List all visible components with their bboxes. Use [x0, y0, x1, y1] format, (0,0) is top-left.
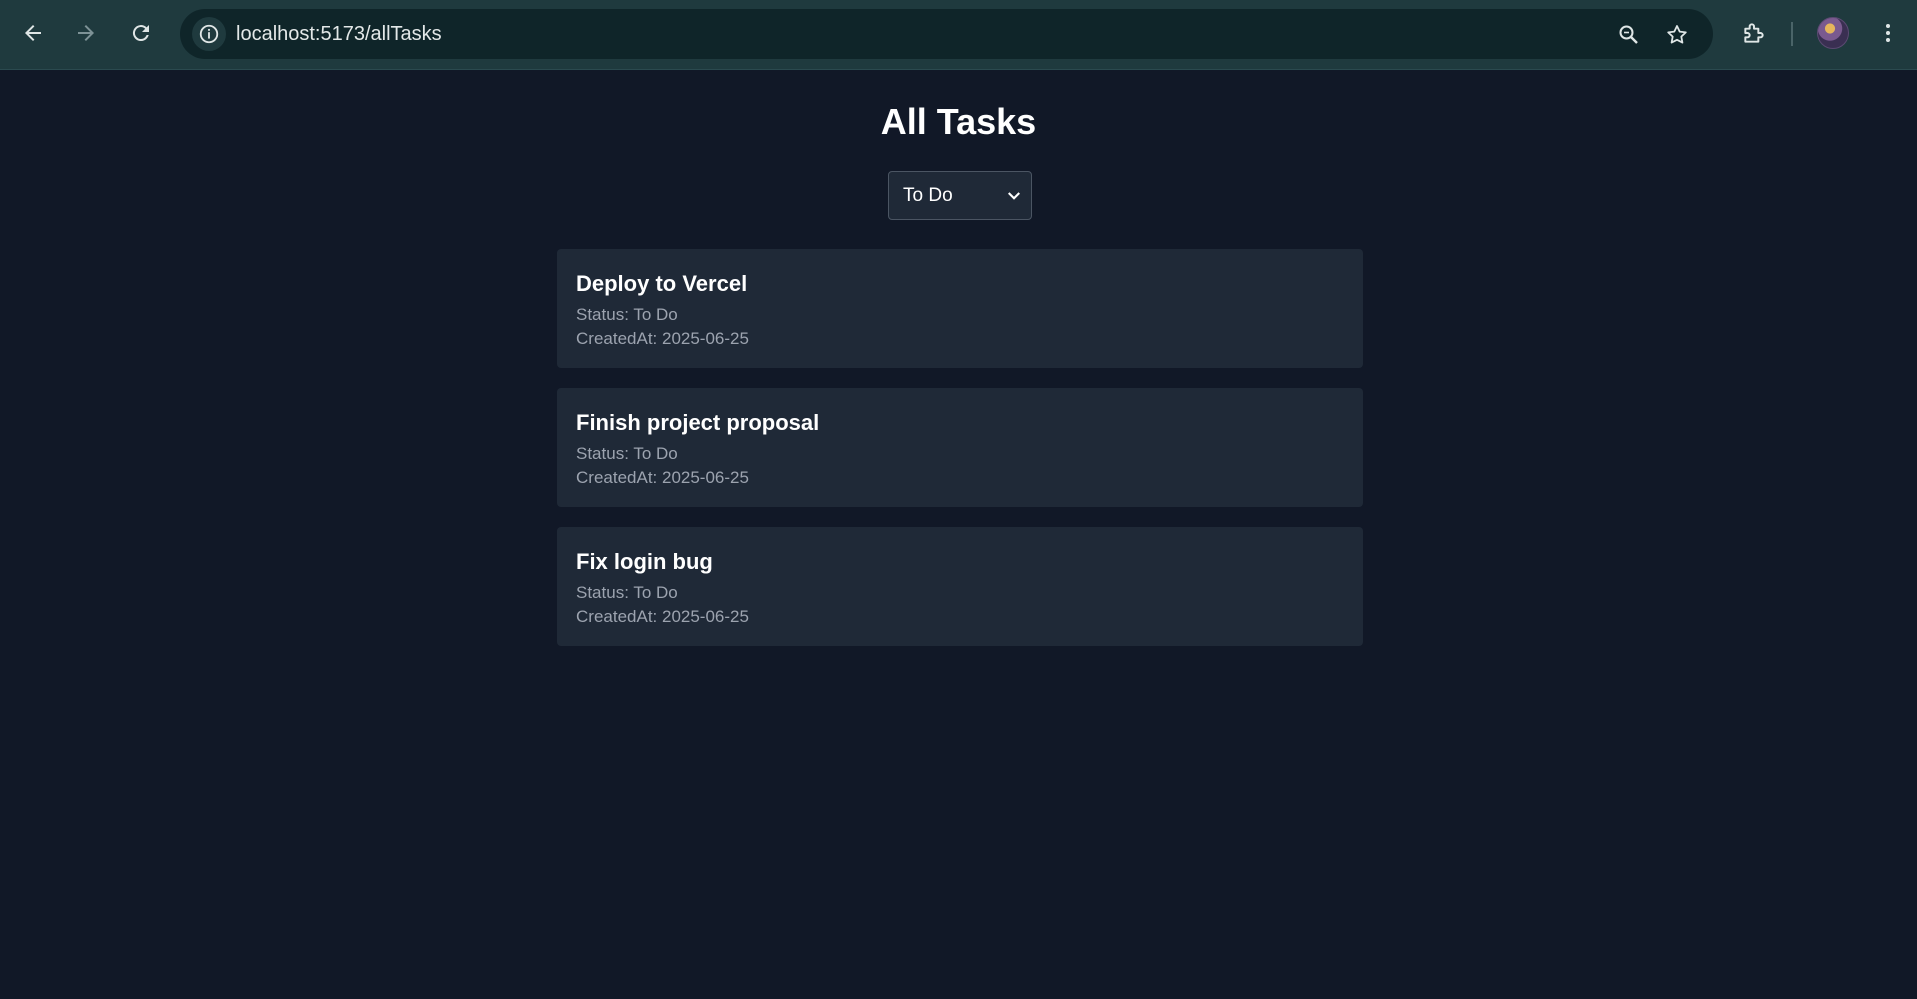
task-title: Finish project proposal [576, 410, 820, 435]
page-title: All Tasks [880, 101, 1037, 142]
address-bar[interactable]: localhost:5173/allTasks [180, 9, 1713, 59]
task-status: Status: To Do [576, 444, 678, 463]
url-text[interactable]: localhost:5173/allTasks [236, 9, 442, 59]
zoom-button[interactable] [1616, 22, 1642, 48]
forward-button[interactable] [68, 15, 104, 51]
zoom-icon [1619, 25, 1638, 44]
browser-menu-button[interactable] [1872, 17, 1904, 49]
profile-avatar[interactable] [1817, 17, 1849, 49]
task-card: Deploy to Vercel Status: To Do CreatedAt… [557, 249, 1363, 368]
info-icon [199, 24, 219, 44]
back-icon [25, 25, 41, 41]
task-created-at: CreatedAt: 2025-06-25 [576, 468, 749, 487]
star-icon [1667, 25, 1687, 44]
task-created-at: CreatedAt: 2025-06-25 [576, 607, 749, 626]
task-title: Deploy to Vercel [576, 271, 748, 296]
extensions-icon [1744, 23, 1764, 43]
task-status: Status: To Do [576, 583, 678, 602]
browser-toolbar: localhost:5173/allTasks [0, 0, 1917, 70]
reload-button[interactable] [123, 15, 159, 51]
status-filter-value: To Do [903, 185, 953, 206]
task-status: Status: To Do [576, 305, 678, 324]
chevron-down-icon [1008, 192, 1020, 200]
task-title: Fix login bug [576, 549, 713, 574]
forward-icon [78, 25, 94, 41]
reload-icon [132, 25, 149, 42]
back-button[interactable] [15, 15, 51, 51]
site-info-button[interactable] [192, 17, 226, 51]
extensions-button[interactable] [1738, 17, 1770, 49]
bookmark-button[interactable] [1664, 22, 1690, 48]
task-card: Fix login bug Status: To Do CreatedAt: 2… [557, 527, 1363, 646]
task-card: Finish project proposal Status: To Do Cr… [557, 388, 1363, 507]
status-filter-select[interactable]: To Do [888, 171, 1032, 220]
menu-icon [1886, 24, 1890, 42]
toolbar-separator [1791, 22, 1793, 46]
task-created-at: CreatedAt: 2025-06-25 [576, 329, 749, 348]
